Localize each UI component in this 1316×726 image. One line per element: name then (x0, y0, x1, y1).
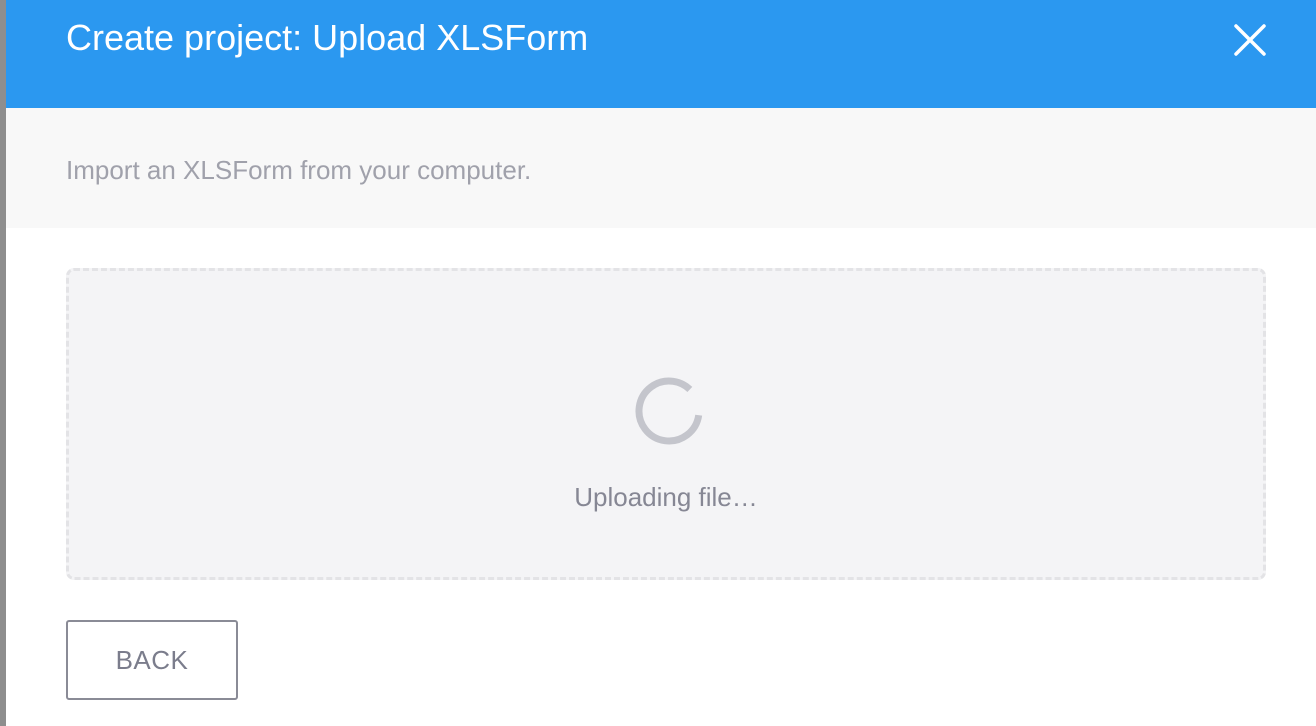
modal-title: Create project: Upload XLSForm (66, 17, 589, 58)
close-icon (1234, 24, 1266, 56)
close-button[interactable] (1230, 20, 1270, 60)
create-project-modal: Create project: Upload XLSForm Import an… (6, 0, 1316, 726)
back-button[interactable]: BACK (66, 620, 238, 700)
modal-subtitle: Import an XLSForm from your computer. (66, 155, 532, 185)
upload-status-text: Uploading file… (574, 482, 758, 512)
modal-header: Create project: Upload XLSForm (6, 0, 1316, 108)
loading-spinner-icon (635, 377, 703, 445)
file-dropzone[interactable]: Uploading file… (66, 268, 1266, 580)
modal-subheader: Import an XLSForm from your computer. (6, 108, 1316, 228)
